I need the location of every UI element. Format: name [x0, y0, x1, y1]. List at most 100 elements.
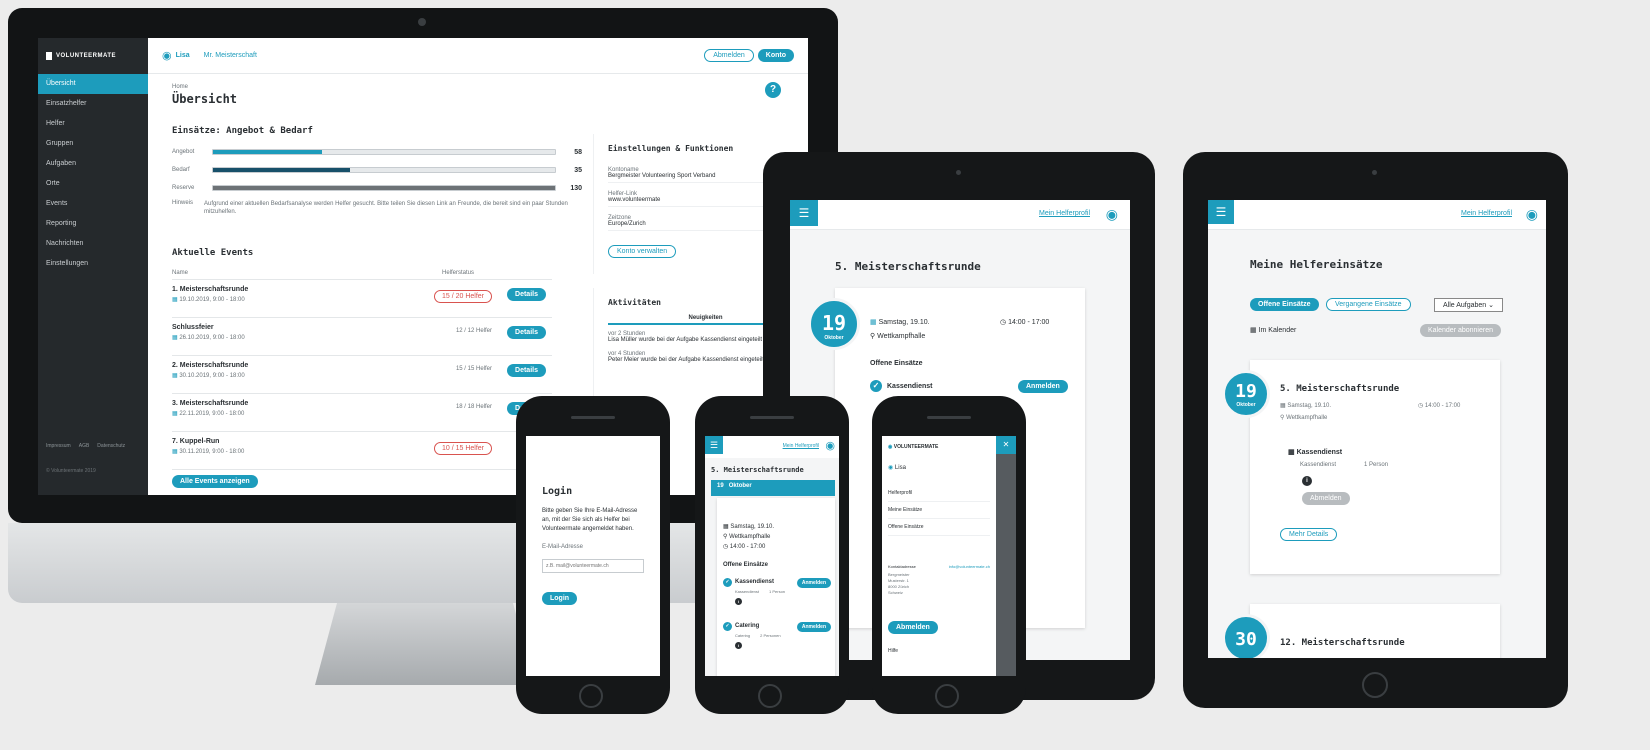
- sidebar-item[interactable]: Events: [38, 194, 148, 214]
- topbar-user[interactable]: Lisa: [176, 52, 190, 59]
- calendar-label-text: Im Kalender: [1258, 327, 1297, 334]
- event-row[interactable]: 7. Kuppel-Run ▦ 30.11.2019, 9:00 - 18:00 1…: [172, 432, 552, 470]
- sidebar-item[interactable]: Aufgaben: [38, 154, 148, 174]
- event-date-text: Samstag, 19.10.: [1287, 403, 1332, 409]
- breadcrumb[interactable]: Home: [172, 84, 237, 90]
- page-header: Home Übersicht: [172, 84, 237, 106]
- drawer-menu-item[interactable]: Helferprofil: [888, 485, 990, 502]
- filter-select[interactable]: Alle Aufgaben ⌄: [1434, 298, 1504, 312]
- phone-1-home-button[interactable]: [579, 684, 603, 708]
- menu-icon[interactable]: ☰: [705, 436, 723, 454]
- phone-2-home-button[interactable]: [758, 684, 782, 708]
- user-avatar-icon[interactable]: ◉: [162, 49, 172, 62]
- event-date: ▦ Samstag, 19.10.: [870, 318, 930, 326]
- profile-link[interactable]: Mein Helferprofil: [1039, 210, 1090, 217]
- user-icon[interactable]: ◉: [825, 439, 835, 452]
- task-signup-button[interactable]: Anmelden: [796, 578, 831, 588]
- help-icon[interactable]: ?: [765, 82, 781, 98]
- event-title: 5. Meisterschaftsrunde: [711, 466, 804, 474]
- sidebar-item[interactable]: Reporting: [38, 214, 148, 234]
- task-icon: ▦: [1288, 449, 1295, 456]
- subscribe-calendar-button[interactable]: Kalender abonnieren: [1420, 324, 1501, 337]
- task-signup-button[interactable]: Anmelden: [796, 622, 831, 632]
- email-input[interactable]: [542, 559, 644, 573]
- task-signup-button[interactable]: Anmelden: [1018, 380, 1068, 393]
- page-title: Meine Helfereinsätze: [1250, 258, 1383, 271]
- imac-camera: [418, 18, 426, 26]
- sidebar-item[interactable]: Einstellungen: [38, 254, 148, 274]
- sidebar-footer-agb[interactable]: AGB: [79, 443, 90, 449]
- open-tasks-label: Offene Einsätze: [870, 360, 923, 367]
- tab-past[interactable]: Vergangene Einsätze: [1326, 298, 1411, 311]
- drawer-menu-item[interactable]: Meine Einsätze: [888, 502, 990, 519]
- account-button[interactable]: Konto: [757, 49, 794, 62]
- events-panel: Aktuelle Events Name Helferstatus 1. Mei…: [172, 248, 552, 488]
- drawer-footer[interactable]: Hilfe: [888, 648, 990, 654]
- event-row[interactable]: 2. Meisterschaftsrunde ▦ 30.10.2019, 9:00…: [172, 356, 552, 394]
- event-row[interactable]: Schlussfeier ▦ 26.10.2019, 9:00 - 18:00 12…: [172, 318, 552, 356]
- event-details-button[interactable]: Details: [507, 326, 546, 339]
- location-icon: ⚲: [870, 333, 876, 340]
- help-link[interactable]: Hilfe: [642, 644, 652, 650]
- menu-icon[interactable]: ☰: [1208, 200, 1234, 224]
- profile-link[interactable]: Mein Helferprofil: [1461, 210, 1512, 217]
- phone-1-screen: Login Login Bitte geben Sie Ihre E-Mail-…: [526, 436, 660, 676]
- info-icon[interactable]: i: [735, 642, 742, 649]
- logout-button[interactable]: Abmelden: [888, 621, 938, 634]
- info-icon[interactable]: i: [1302, 476, 1312, 486]
- event-row[interactable]: 3. Meisterschaftsrunde ▦ 22.11.2019, 9:00…: [172, 394, 552, 432]
- info-icon[interactable]: i: [735, 598, 742, 605]
- more-details-button[interactable]: Mehr Details: [1280, 528, 1338, 541]
- user-icon[interactable]: ◉: [1526, 206, 1538, 223]
- imac-screen: VOLUNTEERMATE Übersicht Einsatzhelfer Helf…: [38, 38, 808, 495]
- stats-title: Einsätze: Angebot & Bedarf: [172, 126, 313, 136]
- close-icon[interactable]: ✕: [996, 436, 1016, 454]
- event-details-button[interactable]: Details: [507, 364, 546, 377]
- phone-2-screen: ☰ Mein Helferprofil ◉ 5. Meisterschaftsr…: [705, 436, 839, 676]
- user-icon[interactable]: ◉: [1106, 206, 1118, 223]
- drawer-user-name: Lisa: [894, 465, 906, 471]
- sidebar-item[interactable]: Einsatzhelfer: [38, 94, 148, 114]
- logout-button[interactable]: Abmelden: [704, 49, 754, 62]
- sidebar-item[interactable]: Gruppen: [38, 134, 148, 154]
- phone-3-speaker: [927, 416, 971, 419]
- phone-1-header: Login: [534, 446, 551, 452]
- unsubscribe-button[interactable]: Abmelden: [1302, 492, 1350, 505]
- logo-icon: [46, 52, 52, 60]
- events-col-status: Helferstatus: [442, 270, 475, 276]
- event-details-button[interactable]: Details: [507, 288, 546, 301]
- phone-3-home-button[interactable]: [935, 684, 959, 708]
- task-meta-1: Kassendienst: [735, 589, 760, 594]
- event-date: ▦ 19.10.2019, 9:00 - 18:00: [172, 296, 552, 303]
- menu-icon[interactable]: ☰: [790, 200, 818, 226]
- drawer-user[interactable]: ◉ Lisa: [888, 464, 990, 471]
- sidebar-copyright: © Volunteermate 2019: [46, 468, 96, 474]
- sidebar-footer-impressum[interactable]: Impressum: [46, 443, 71, 449]
- contact-link[interactable]: info@volunteermate.ch: [949, 564, 990, 569]
- all-events-button[interactable]: Alle Events anzeigen: [172, 475, 258, 488]
- calendar-icon: ▦: [723, 524, 729, 530]
- tablet-1-header: ☰ Mein Helferprofil ◉: [790, 200, 1130, 230]
- stats-note-label: Hinweis: [172, 200, 194, 206]
- login-button[interactable]: Login: [542, 592, 578, 605]
- event-list: 1. Meisterschaftsrunde ▦ 19.10.2019, 9:00…: [172, 280, 552, 470]
- profile-link[interactable]: Mein Helferprofil: [783, 443, 819, 449]
- sidebar-item[interactable]: Orte: [38, 174, 148, 194]
- date-day: 19: [1235, 381, 1257, 402]
- manage-account-button[interactable]: Konto verwalten: [608, 245, 677, 258]
- sidebar-footer-datenschutz[interactable]: Datenschutz: [97, 443, 125, 449]
- drawer-menu-item[interactable]: Offene Einsätze: [888, 519, 990, 536]
- location-icon: ⚲: [723, 534, 728, 540]
- tab-open[interactable]: Offene Einsätze: [1250, 298, 1319, 311]
- tablet-2-home-button[interactable]: [1362, 672, 1388, 698]
- sidebar-item[interactable]: Nachrichten: [38, 234, 148, 254]
- task-item: ✓ Catering Catering 2 Personen i Anmelden: [723, 622, 831, 666]
- sidebar-item[interactable]: Helfer: [38, 114, 148, 134]
- topbar-link[interactable]: Mr. Meisterschaft: [204, 52, 257, 59]
- date-strip: 19 Oktober: [711, 480, 835, 496]
- event-meta: ▦ Samstag, 19.10. ⚲ Wettkampfhalle ◷ 14:…: [723, 522, 774, 552]
- task-list: ✓ Kassendienst Kassendienst 1 Person i Anmeld…: [723, 578, 831, 666]
- sidebar-item[interactable]: Übersicht: [38, 74, 148, 94]
- date-month: Oktober: [824, 335, 844, 341]
- event-row[interactable]: 1. Meisterschaftsrunde ▦ 19.10.2019, 9:00…: [172, 280, 552, 318]
